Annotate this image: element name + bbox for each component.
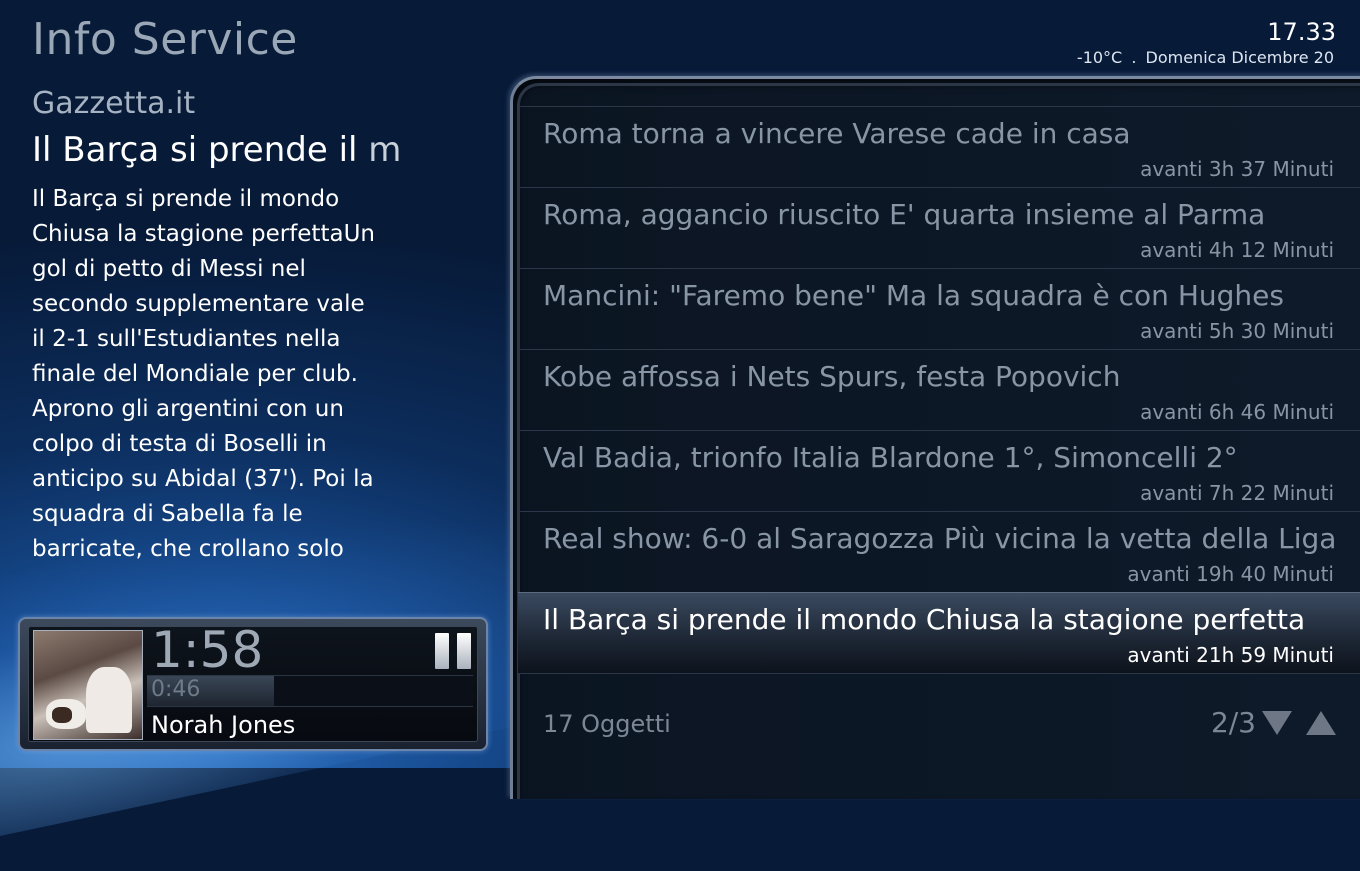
separator: . — [1131, 48, 1137, 67]
album-cover[interactable] — [33, 630, 143, 740]
news-list-item[interactable]: Roma, aggancio riuscito E' quarta insiem… — [518, 187, 1360, 268]
news-item-age: avanti 19h 40 Minuti — [1127, 562, 1334, 586]
news-item-title: Roma, aggancio riuscito E' quarta insiem… — [543, 198, 1266, 231]
article-body: Il Barça si prende il mondo Chiusa la st… — [32, 186, 375, 562]
article-source: Gazzetta.it — [32, 86, 196, 121]
pager: 2/3 — [1211, 706, 1336, 739]
headline-fade: m — [368, 130, 402, 170]
news-item-age: avanti 4h 12 Minuti — [1140, 238, 1334, 262]
news-list-item[interactable]: Il Barça si prende il mondo Chiusa la st… — [518, 592, 1360, 674]
news-item-title: Val Badia, trionfo Italia Blardone 1°, S… — [543, 441, 1238, 474]
article-headline: Il Barça si prende il m — [32, 130, 412, 170]
status-clock: 17.33 -10°C . Domenica Dicembre 20 — [1075, 18, 1336, 67]
news-item-age: avanti 7h 22 Minuti — [1140, 481, 1334, 505]
headline-main: Il Barça si prende il — [32, 130, 369, 170]
news-item-age: avanti 21h 59 Minuti — [1127, 643, 1334, 667]
news-list-item[interactable]: Roma torna a vincere Varese cade in casa… — [518, 106, 1360, 187]
news-list-item[interactable]: Mancini: "Faremo bene" Ma la squadra è c… — [518, 268, 1360, 349]
track-artist: Norah Jones — [151, 711, 296, 739]
news-item-age: avanti 3h 37 Minuti — [1140, 157, 1334, 181]
temperature: -10°C — [1076, 48, 1123, 67]
page-title: Info Service — [32, 14, 298, 65]
news-item-title: Roma torna a vincere Varese cade in casa — [543, 117, 1131, 150]
news-item-age: avanti 6h 46 Minuti — [1140, 400, 1334, 424]
weather-date: -10°C . Domenica Dicembre 20 — [1075, 48, 1336, 67]
page-up-icon[interactable] — [1306, 710, 1336, 735]
clock-time: 17.33 — [1267, 18, 1336, 46]
track-total-time: 1:58 — [151, 621, 264, 679]
page-down-icon[interactable] — [1262, 710, 1292, 735]
news-item-title: Il Barça si prende il mondo Chiusa la st… — [543, 603, 1306, 636]
page-indicator: 2/3 — [1210, 706, 1256, 739]
date: Domenica Dicembre 20 — [1145, 48, 1334, 67]
pause-icon[interactable] — [435, 633, 473, 669]
item-count: 17 Oggetti — [543, 710, 671, 738]
now-playing-inner: 1:58 0:46 Norah Jones — [28, 621, 478, 742]
news-item-age: avanti 5h 30 Minuti — [1140, 319, 1334, 343]
news-item-title: Real show: 6-0 al Saragozza Più vicina l… — [543, 522, 1337, 555]
news-list: Roma torna a vincere Varese cade in casa… — [518, 106, 1360, 674]
cover-dog-spot — [52, 707, 72, 723]
news-list-item[interactable]: Val Badia, trionfo Italia Blardone 1°, S… — [518, 430, 1360, 511]
news-list-item[interactable]: Real show: 6-0 al Saragozza Più vicina l… — [518, 511, 1360, 592]
cover-figure — [86, 667, 132, 733]
track-elapsed-time: 0:46 — [151, 677, 201, 702]
news-item-title: Mancini: "Faremo bene" Ma la squadra è c… — [543, 279, 1284, 312]
news-item-title: Kobe affossa i Nets Spurs, festa Popovic… — [543, 360, 1121, 393]
now-playing-widget[interactable]: 1:58 0:46 Norah Jones — [18, 617, 488, 751]
news-list-item[interactable]: Kobe affossa i Nets Spurs, festa Popovic… — [518, 349, 1360, 430]
